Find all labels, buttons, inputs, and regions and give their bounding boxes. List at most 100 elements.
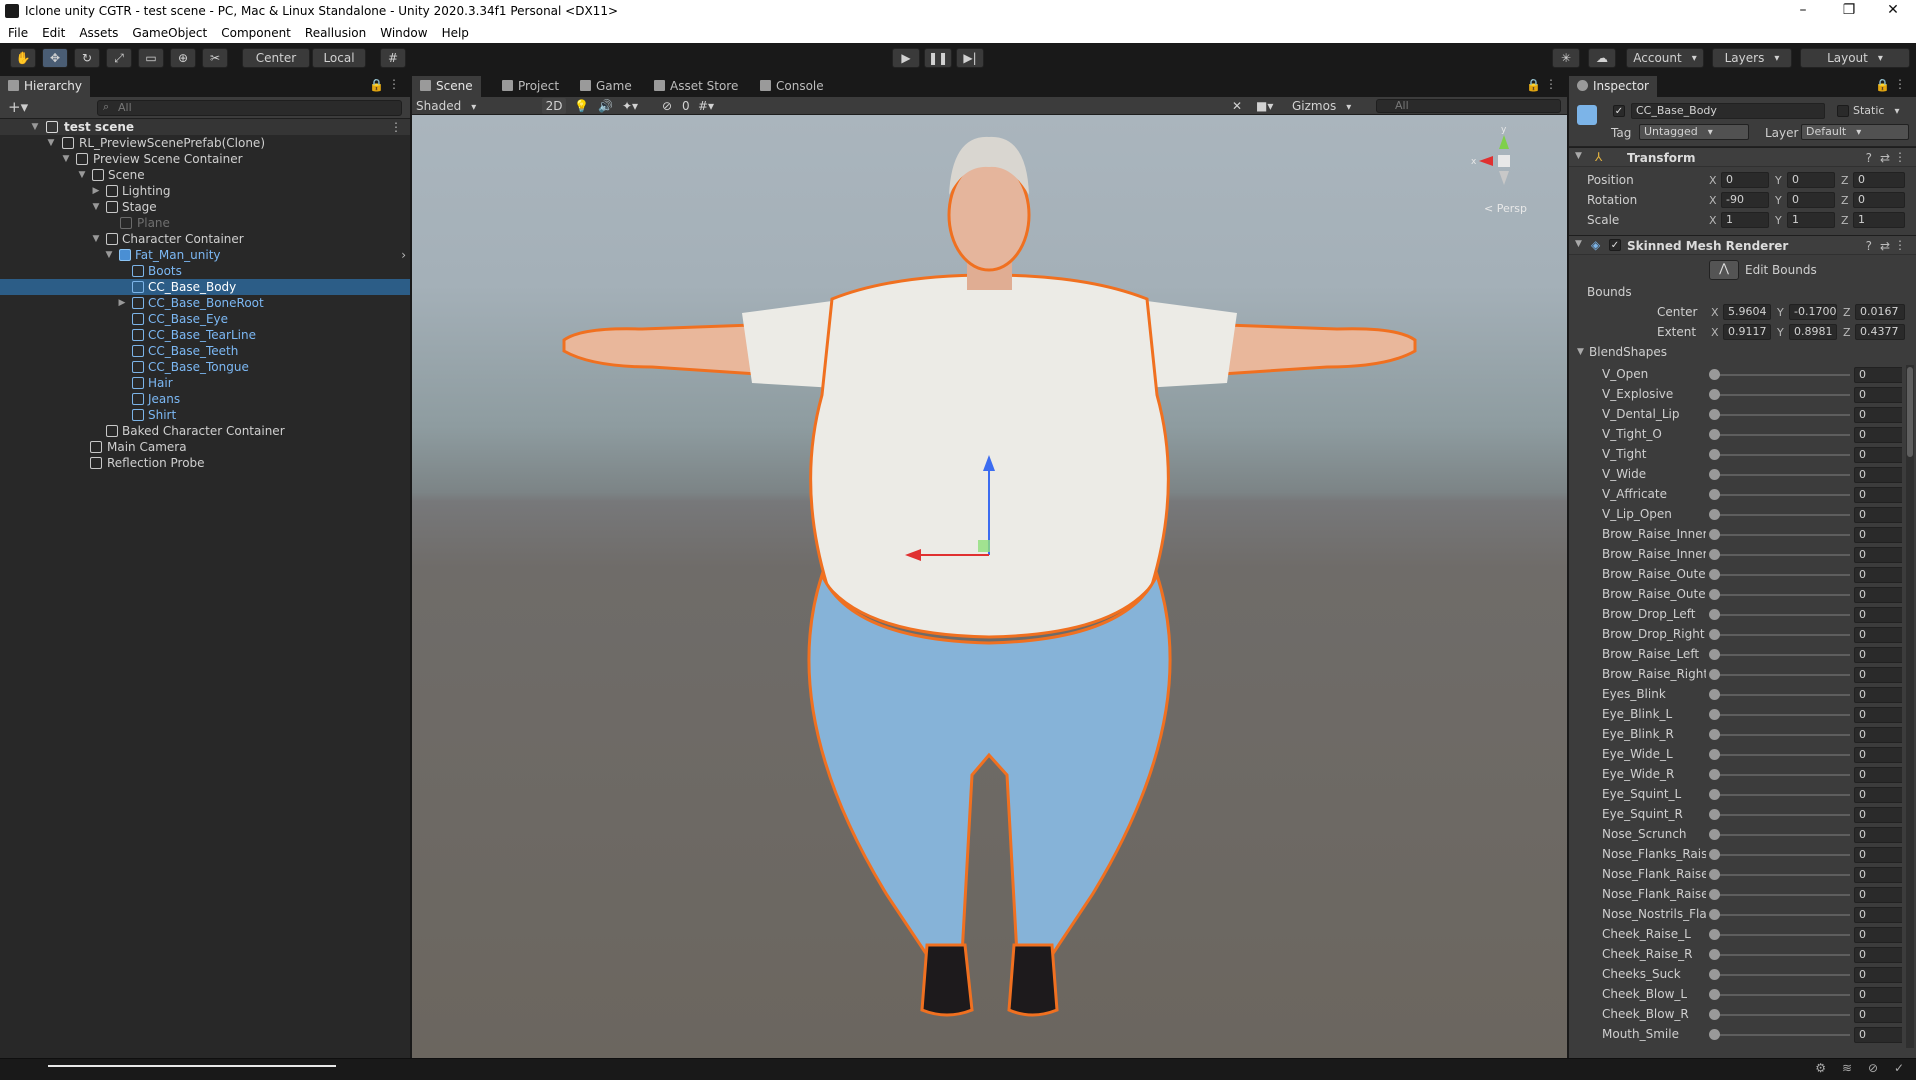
tree-item-jeans[interactable]: Jeans [0,391,410,407]
blendshape-value-field[interactable]: 0 [1854,987,1902,1003]
blendshape-slider-knob[interactable] [1709,549,1720,560]
blendshape-value-field[interactable]: 0 [1854,747,1902,763]
menu-component[interactable]: Component [213,26,297,40]
blendshape-slider-track[interactable] [1714,394,1850,396]
character-model[interactable] [412,115,1567,1058]
collapse-arrow-icon[interactable]: ▼ [104,247,114,263]
lighting-toggle-icon[interactable]: 💡 [574,98,589,114]
blendshape-value-field[interactable]: 0 [1854,767,1902,783]
object-name-field[interactable]: CC_Base_Body [1631,103,1825,119]
expand-arrow-icon[interactable]: ▶ [117,295,127,311]
tree-item-prefab-clone[interactable]: ▼ RL_PreviewScenePrefab(Clone) [0,135,410,151]
perspective-label[interactable]: < Persp [1484,202,1527,215]
hand-tool-icon[interactable]: ✋ [10,48,36,68]
rotation-x-field[interactable]: -90 [1721,192,1769,208]
menu-reallusion[interactable]: Reallusion [297,26,372,40]
panel-menu-icon[interactable]: ⋮ [1545,77,1557,91]
blendshape-slider-knob[interactable] [1709,529,1720,540]
blendshape-slider-track[interactable] [1714,1014,1850,1016]
scrollbar-thumb[interactable] [1907,367,1913,457]
collapse-arrow-icon[interactable]: ▼ [1575,239,1582,249]
blendshape-slider-knob[interactable] [1709,689,1720,700]
menu-window[interactable]: Window [372,26,433,40]
transform-header[interactable]: ▼ ⅄ Transform ? ⇄ ⋮ [1569,147,1916,167]
blendshape-value-field[interactable]: 0 [1854,687,1902,703]
blendshape-slider-track[interactable] [1714,834,1850,836]
blendshape-slider-track[interactable] [1714,674,1850,676]
item-menu-icon[interactable]: ⋮ [390,119,402,135]
component-menu-icon[interactable]: ⋮ [1894,150,1906,164]
blendshape-slider-track[interactable] [1714,654,1850,656]
blendshape-value-field[interactable]: 0 [1854,507,1902,523]
blendshape-slider-track[interactable] [1714,954,1850,956]
tree-item-test-scene[interactable]: ▼ test scene ⋮ [0,119,410,135]
blendshape-slider-track[interactable] [1714,614,1850,616]
blendshape-slider-track[interactable] [1714,994,1850,996]
blendshape-slider-track[interactable] [1714,754,1850,756]
lock-icon[interactable]: 🔒 [1526,78,1541,92]
tools-icon[interactable]: ✕ [1232,98,1242,114]
tree-item-reflection-probe[interactable]: Reflection Probe [0,455,410,471]
blendshape-slider-knob[interactable] [1709,909,1720,920]
blendshape-slider-track[interactable] [1714,914,1850,916]
blendshape-slider-knob[interactable] [1709,589,1720,600]
blendshape-value-field[interactable]: 0 [1854,447,1902,463]
tree-item-character-container[interactable]: ▼ Character Container [0,231,410,247]
blendshape-value-field[interactable]: 0 [1854,947,1902,963]
layer-dropdown[interactable]: Default [1801,124,1909,140]
tab-asset-store[interactable]: Asset Store [646,76,746,97]
debug-icon[interactable]: ⊘ [1868,1061,1878,1075]
step-button[interactable]: ▶| [956,48,984,68]
menu-file[interactable]: File [0,26,34,40]
extent-y-field[interactable]: 0.8981 [1789,324,1837,340]
blendshape-slider-knob[interactable] [1709,629,1720,640]
help-icon[interactable]: ? [1866,151,1872,165]
shading-mode-dropdown[interactable]: Shaded [416,98,531,114]
pivot-center-button[interactable]: Center [242,48,310,68]
blendshape-value-field[interactable]: 0 [1854,407,1902,423]
collapse-arrow-icon[interactable]: ▼ [77,167,87,183]
blendshape-slider-knob[interactable] [1709,489,1720,500]
tab-hierarchy[interactable]: Hierarchy [0,76,91,97]
blendshape-slider-knob[interactable] [1709,669,1720,680]
scene-search-input[interactable]: All [1376,99,1561,113]
tree-item-cc-base-body[interactable]: CC_Base_Body [0,279,410,295]
audio-toggle-icon[interactable]: 🔊 [598,98,613,114]
hierarchy-search-input[interactable]: All [97,100,402,116]
center-y-field[interactable]: -0.1700 [1789,304,1837,320]
auto-generate-icon[interactable]: ⚙ [1815,1061,1826,1075]
tab-console[interactable]: Console [752,76,832,97]
blendshape-value-field[interactable]: 0 [1854,827,1902,843]
layout-dropdown[interactable]: Layout [1800,48,1910,68]
cache-icon[interactable]: ≋ [1842,1061,1852,1075]
blendshape-value-field[interactable]: 0 [1854,547,1902,563]
blendshape-slider-track[interactable] [1714,574,1850,576]
blendshape-value-field[interactable]: 0 [1854,967,1902,983]
collapse-arrow-icon[interactable]: ▼ [1575,151,1582,161]
blendshape-slider-track[interactable] [1714,934,1850,936]
blendshape-value-field[interactable]: 0 [1854,807,1902,823]
menu-assets[interactable]: Assets [71,26,124,40]
rotate-tool-icon[interactable]: ↻ [74,48,100,68]
blendshape-slider-knob[interactable] [1709,409,1720,420]
blendshape-slider-knob[interactable] [1709,789,1720,800]
blendshape-slider-knob[interactable] [1709,969,1720,980]
skinned-mesh-header[interactable]: ▼ ◈ ✓ Skinned Mesh Renderer ? ⇄ ⋮ [1569,235,1916,255]
blendshape-slider-track[interactable] [1714,414,1850,416]
blendshape-value-field[interactable]: 0 [1854,667,1902,683]
static-dropdown[interactable]: Static [1853,104,1899,117]
enabled-checkbox[interactable]: ✓ [1609,239,1621,251]
position-y-field[interactable]: 0 [1787,172,1835,188]
play-button[interactable]: ▶ [892,48,920,68]
open-prefab-arrow-icon[interactable]: › [401,247,406,263]
blendshape-value-field[interactable]: 0 [1854,467,1902,483]
hidden-objects-icon[interactable]: ⊘ [662,98,672,114]
blendshape-slider-knob[interactable] [1709,749,1720,760]
tree-item-plane[interactable]: Plane [0,215,410,231]
blendshape-value-field[interactable]: 0 [1854,787,1902,803]
cloud-icon[interactable]: ☁ [1588,48,1616,68]
blendshape-slider-knob[interactable] [1709,869,1720,880]
collapse-arrow-icon[interactable]: ▼ [30,119,40,135]
blendshape-slider-knob[interactable] [1709,509,1720,520]
blendshape-slider-track[interactable] [1714,554,1850,556]
